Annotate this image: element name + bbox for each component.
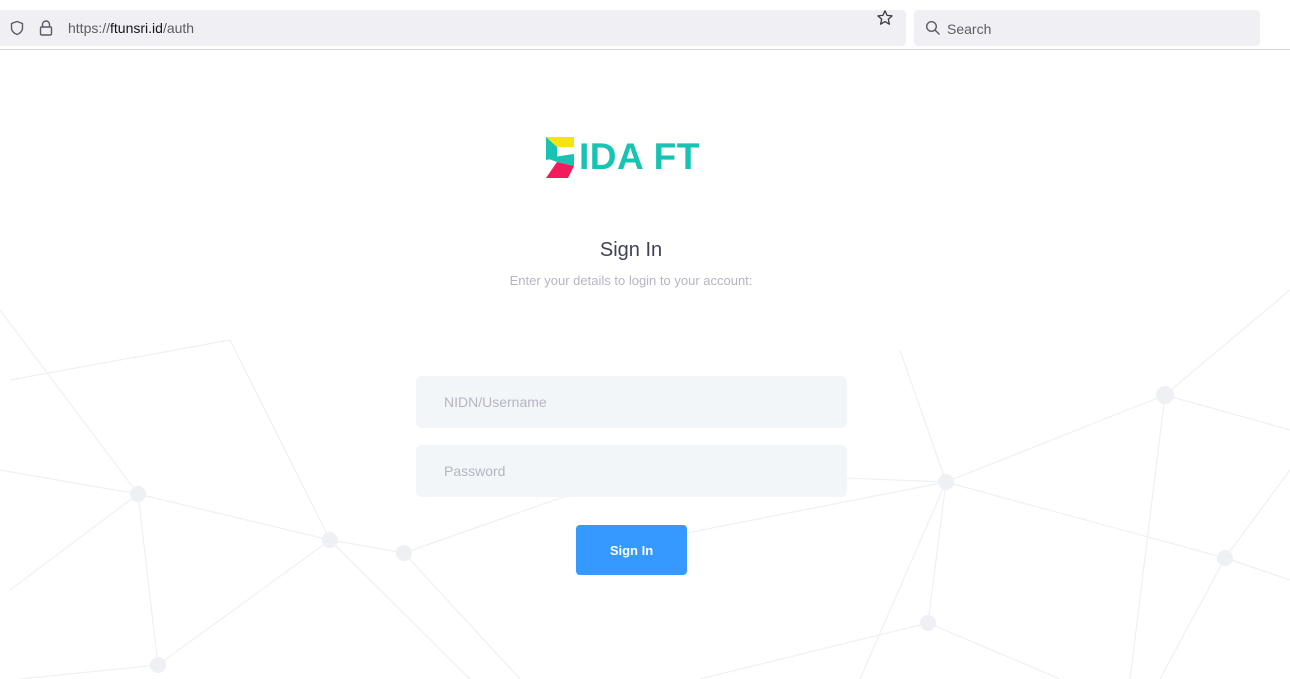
- sida-ft-logo: IDA FT: [544, 134, 724, 182]
- search-icon: [925, 20, 941, 41]
- logo-mark-icon: [546, 137, 574, 178]
- login-page: IDA FT Sign In Enter your details to log…: [0, 50, 1290, 679]
- url-host: ftunsri.id: [110, 20, 163, 36]
- search-label: Search: [947, 21, 992, 37]
- bookmark-star-icon[interactable]: [876, 9, 894, 32]
- username-input[interactable]: [416, 376, 847, 428]
- shield-icon[interactable]: [9, 20, 25, 41]
- lock-icon[interactable]: [38, 19, 54, 42]
- url-text[interactable]: https://ftunsri.id/auth: [68, 19, 194, 37]
- browser-search-bar[interactable]: Search: [914, 10, 1260, 46]
- sign-in-button[interactable]: Sign In: [576, 525, 687, 575]
- url-scheme: https://: [68, 20, 111, 36]
- browser-toolbar: https://ftunsri.id/auth Search: [0, 0, 1290, 50]
- password-input[interactable]: [416, 445, 847, 497]
- logo-text: IDA FT: [579, 136, 700, 177]
- url-path: /auth: [162, 20, 195, 36]
- page-subtitle: Enter your details to login to your acco…: [509, 273, 753, 288]
- page-title: Sign In: [599, 239, 663, 261]
- address-bar[interactable]: https://ftunsri.id/auth: [0, 10, 906, 46]
